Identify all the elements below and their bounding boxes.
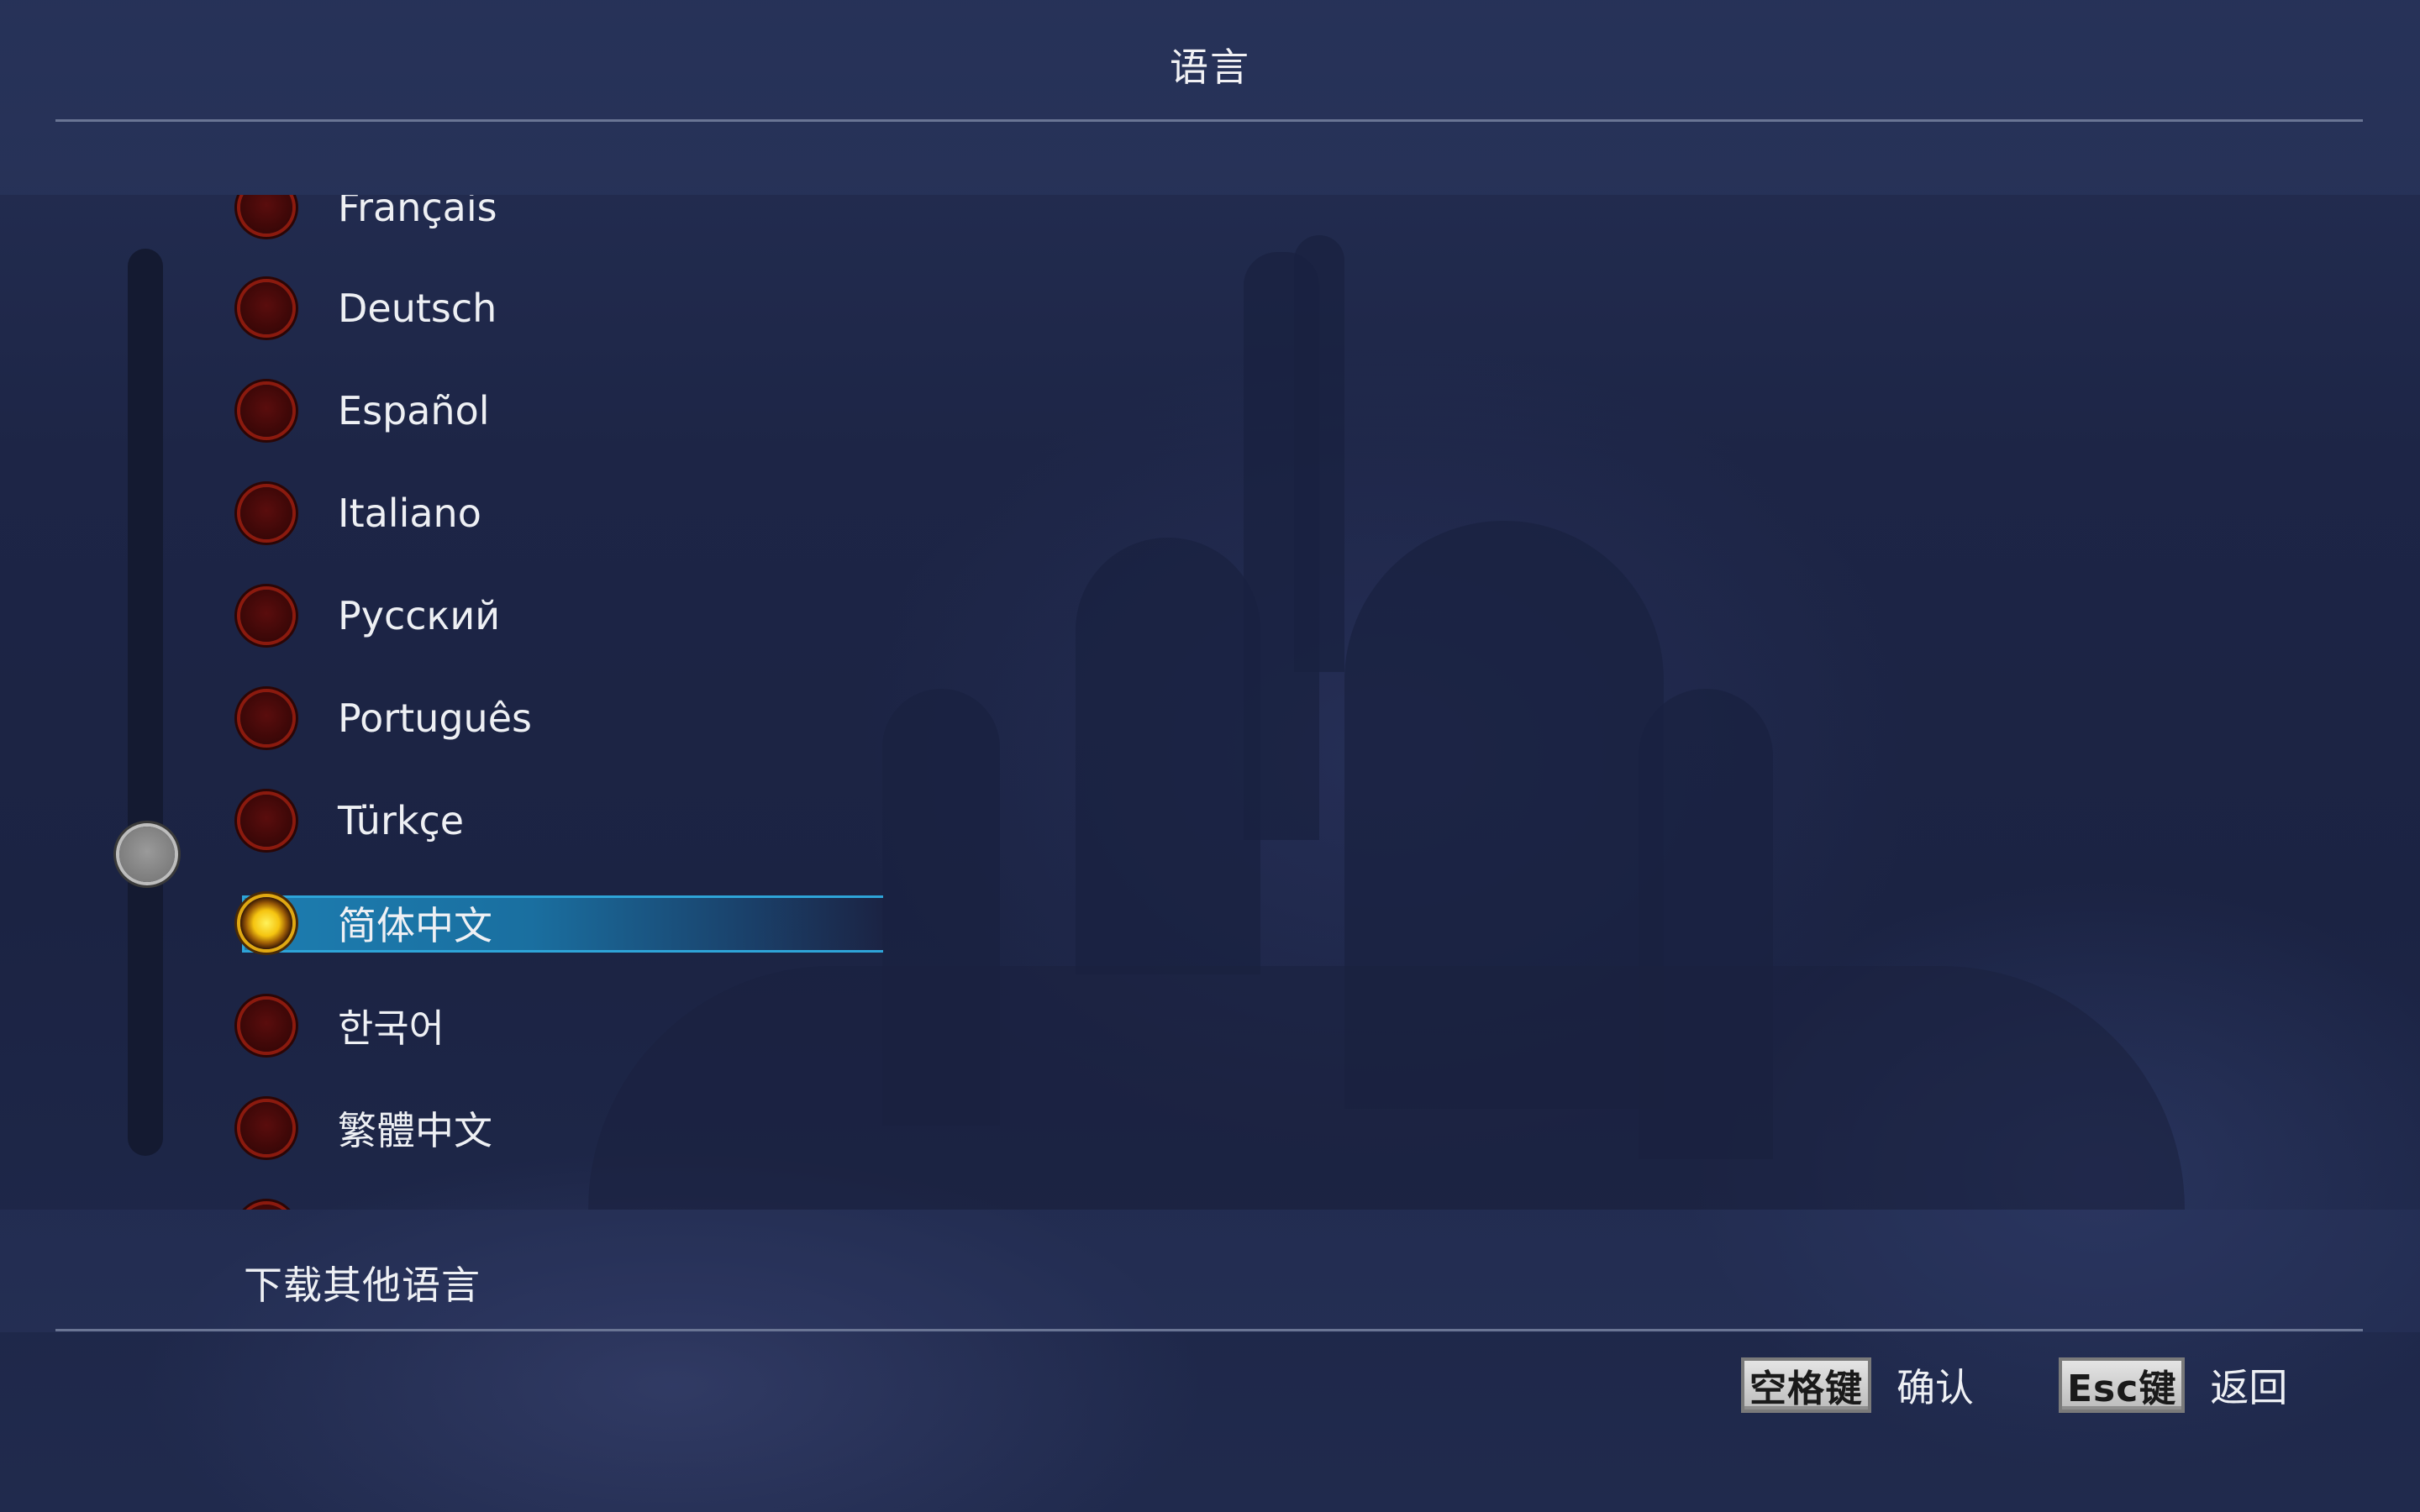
radio-icon	[240, 385, 292, 437]
page-title: 语言	[1170, 45, 1250, 90]
language-option-korean[interactable]: 한국어	[240, 995, 879, 1057]
language-label: Italiano	[338, 491, 481, 536]
language-label: 한국어	[338, 1005, 445, 1051]
header	[0, 0, 2420, 195]
language-option-russian[interactable]: Русский	[240, 585, 879, 647]
radio-icon	[240, 487, 292, 539]
language-option-french[interactable]: Français	[240, 195, 879, 239]
language-option-simplified-chinese[interactable]: 简体中文	[240, 892, 883, 954]
language-option-german[interactable]: Deutsch	[240, 277, 879, 339]
language-label: Türkçe	[338, 798, 465, 843]
radio-icon	[240, 195, 292, 234]
esc-key-icon: Esc键	[2059, 1357, 2186, 1413]
radio-icon	[240, 1000, 292, 1052]
confirm-hint[interactable]: 空格键 确认	[1741, 1357, 1974, 1413]
language-option-traditional-chinese[interactable]: 繁體中文	[240, 1097, 879, 1159]
language-label: Français	[338, 195, 497, 230]
radio-icon	[240, 590, 292, 642]
language-option-spanish[interactable]: Español	[240, 380, 879, 442]
radio-icon	[240, 1102, 292, 1154]
language-option-turkish[interactable]: Türkçe	[240, 790, 879, 852]
language-label: 繁體中文	[338, 1108, 492, 1153]
header-divider	[55, 119, 2363, 122]
space-key-icon: 空格键	[1741, 1357, 1871, 1413]
radio-icon	[240, 795, 292, 847]
back-label: 返回	[2210, 1365, 2288, 1410]
language-label: Português	[338, 696, 532, 741]
radio-selected-icon	[240, 897, 292, 949]
language-list-viewport: Français Deutsch Español Italiano Русски…	[0, 195, 2420, 1210]
language-option-partial[interactable]	[240, 1200, 879, 1210]
language-label: 简体中文	[338, 903, 492, 948]
language-option-italian[interactable]: Italiano	[240, 482, 879, 544]
language-label: Русский	[338, 593, 501, 638]
footer-divider	[55, 1329, 2363, 1331]
language-label: Español	[338, 388, 490, 433]
radio-icon	[240, 282, 292, 334]
download-other-languages-link[interactable]: 下载其他语言	[244, 1255, 481, 1310]
confirm-label: 确认	[1897, 1365, 1974, 1410]
back-hint[interactable]: Esc键 返回	[2059, 1357, 2288, 1413]
radio-icon	[240, 692, 292, 744]
language-option-portuguese[interactable]: Português	[240, 687, 879, 749]
language-label: Deutsch	[338, 286, 497, 331]
